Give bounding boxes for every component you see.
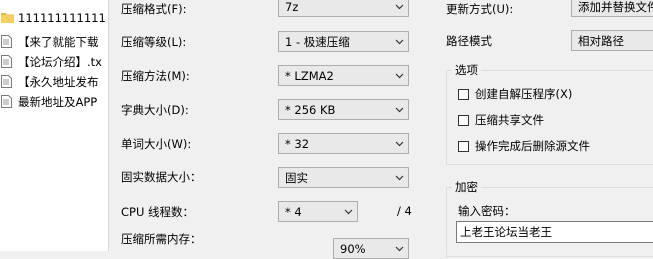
file-name: 【永久地址发布 [18, 75, 99, 89]
path-mode-select[interactable]: 相对路径 [571, 30, 653, 51]
cpu-threads-value: * 4 [285, 204, 302, 219]
solid-block-size-label: 固实数据大小： [121, 170, 202, 184]
compression-level-value: 1 - 极速压缩 [285, 34, 350, 49]
chevron-down-icon [390, 32, 408, 51]
checkbox-label: 创建自解压程序(X) [475, 87, 573, 101]
update-mode-label: 更新方式(U): [446, 2, 514, 16]
path-mode-label: 路径模式 [446, 34, 492, 48]
options-group-title: 选项 [452, 62, 481, 78]
word-size-label: 单词大小(W): [121, 137, 192, 151]
memory-usage-select[interactable]: 90% [333, 238, 409, 259]
dictionary-size-value: * 256 KB [285, 102, 336, 117]
document-icon [1, 75, 14, 89]
checkbox-label: 操作完成后删除源文件 [475, 139, 590, 153]
word-size-value: * 32 [285, 136, 310, 151]
document-icon [1, 35, 14, 49]
encryption-group-title: 加密 [452, 179, 481, 195]
word-size-select[interactable]: * 32 [278, 133, 409, 154]
compression-method-label: 压缩方法(M): [121, 69, 190, 83]
chevron-down-icon [339, 202, 357, 221]
file-list-item[interactable]: 111111111111 [0, 8, 108, 28]
create-sfx-checkbox[interactable]: 创建自解压程序(X) [458, 86, 572, 102]
cpu-threads-max: / 4 [397, 204, 412, 218]
document-icon [1, 55, 14, 69]
file-list-item[interactable]: 最新地址及APP [0, 92, 108, 112]
file-name: 【来了就能下载 [18, 35, 99, 49]
document-icon [1, 95, 14, 109]
update-mode-value: 添加并替换文件 [578, 0, 653, 14]
cpu-threads-select[interactable]: * 4 [278, 201, 358, 222]
file-name: 111111111111 [18, 11, 106, 25]
compression-method-value: * LZMA2 [285, 68, 334, 83]
chevron-down-icon [390, 100, 408, 119]
compress-shared-checkbox[interactable]: 压缩共享文件 [458, 112, 544, 128]
file-list-item[interactable]: 【论坛介绍】.tx [0, 52, 108, 72]
password-label: 输入密码： [458, 204, 516, 218]
file-name: 【论坛介绍】.tx [18, 55, 102, 69]
solid-block-size-value: 固实 [285, 170, 308, 185]
archive-format-select[interactable]: 7z [278, 0, 409, 17]
dictionary-size-label: 字典大小(D): [121, 103, 189, 117]
cpu-threads-label: CPU 线程数： [121, 205, 195, 219]
memory-usage-label: 压缩所需内存： [121, 232, 202, 246]
file-name: 最新地址及APP [18, 95, 98, 109]
checkbox-box[interactable] [458, 140, 469, 152]
path-mode-value: 相对路径 [578, 33, 624, 48]
dictionary-size-select[interactable]: * 256 KB [278, 99, 409, 120]
compression-level-label: 压缩等级(L): [121, 35, 187, 49]
checkbox-label: 压缩共享文件 [475, 113, 544, 127]
password-input[interactable]: 上老王论坛当老王 [456, 221, 653, 243]
solid-block-size-select[interactable]: 固实 [278, 167, 409, 188]
chevron-down-icon [390, 134, 408, 153]
checkbox-box[interactable] [458, 114, 469, 126]
chevron-down-icon [390, 239, 408, 258]
delete-after-checkbox[interactable]: 操作完成后删除源文件 [458, 138, 590, 154]
panel-divider [108, 0, 109, 251]
chevron-down-icon [390, 0, 408, 16]
folder-icon [1, 11, 14, 25]
checkbox-box[interactable] [458, 88, 469, 100]
chevron-down-icon [390, 168, 408, 187]
password-value: 上老王论坛当老王 [460, 225, 552, 239]
file-list-panel: 111111111111 【来了就能下载 【论坛介绍】.tx 【永久地址发布 最… [0, 0, 108, 251]
file-list-item[interactable]: 【永久地址发布 [0, 72, 108, 92]
archive-format-value: 7z [285, 0, 299, 14]
chevron-down-icon [390, 66, 408, 85]
memory-usage-value: 90% [340, 241, 366, 256]
compression-level-select[interactable]: 1 - 极速压缩 [278, 31, 409, 52]
archive-format-label: 压缩格式(F): [121, 2, 187, 16]
update-mode-select[interactable]: 添加并替换文件 [571, 0, 653, 17]
file-list-item[interactable]: 【来了就能下载 [0, 32, 108, 52]
compression-method-select[interactable]: * LZMA2 [278, 65, 409, 86]
